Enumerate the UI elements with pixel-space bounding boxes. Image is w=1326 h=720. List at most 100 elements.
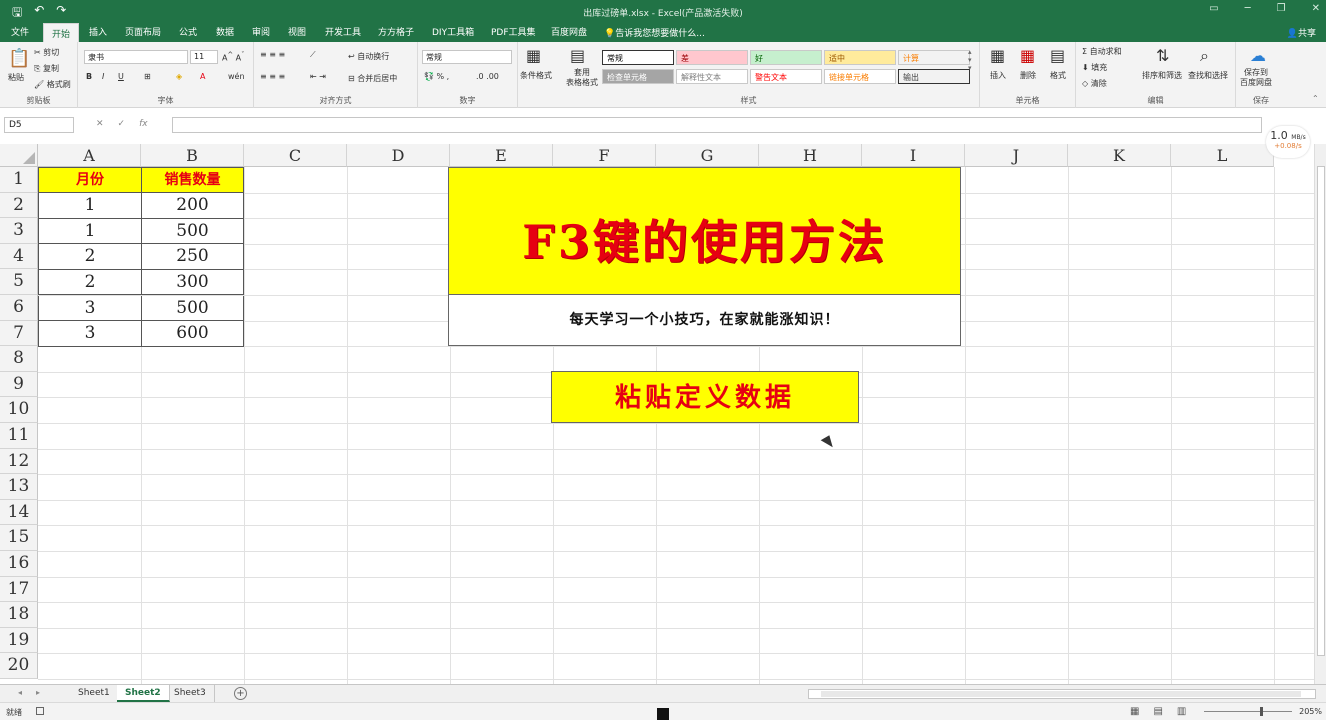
month-cell[interactable]: 1 [38, 218, 142, 245]
sheet-tab-3[interactable]: Sheet3 [166, 685, 215, 702]
fill-button[interactable]: ⬇ 填充 [1082, 62, 1107, 73]
row-header-5[interactable]: 5 [0, 269, 38, 295]
underline-button[interactable]: U [118, 72, 124, 81]
formula-input[interactable] [172, 117, 1262, 133]
wrap-text-button[interactable]: ↩ 自动换行 [348, 51, 389, 62]
tab-ffgz[interactable]: 方方格子 [378, 25, 414, 38]
row-header-7[interactable]: 7 [0, 320, 38, 347]
row-header-9[interactable]: 9 [0, 371, 38, 398]
tab-page-layout[interactable]: 页面布局 [125, 25, 161, 38]
subtitle-cell[interactable]: 每天学习一个小技巧，在家就能涨知识！ [448, 295, 961, 346]
page-break-view-icon[interactable]: ▥ [1177, 706, 1186, 717]
row-header-18[interactable]: 18 [0, 602, 38, 628]
column-header-g[interactable]: G [656, 144, 759, 167]
style-cell[interactable]: 适中 [824, 50, 896, 65]
tab-baidu-netdisk[interactable]: 百度网盘 [551, 25, 587, 38]
macro-record-icon[interactable] [36, 707, 44, 715]
row-header-13[interactable]: 13 [0, 474, 38, 500]
minimize-icon[interactable]: ─ [1245, 3, 1251, 14]
select-all-corner[interactable] [0, 144, 38, 167]
style-cell[interactable]: 计算 [898, 50, 970, 65]
sheet-tab-2[interactable]: Sheet2 [117, 685, 170, 702]
horizontal-scrollbar[interactable] [808, 689, 1316, 699]
phonetic-icon[interactable]: wén [228, 72, 245, 81]
find-select-button[interactable]: 查找和选择 [1188, 70, 1228, 81]
column-header-l[interactable]: L [1171, 144, 1274, 167]
page-layout-view-icon[interactable]: ▤ [1153, 706, 1162, 717]
indent-icon[interactable]: ⇤ ⇥ [310, 72, 326, 81]
row-header-14[interactable]: 14 [0, 499, 38, 526]
row-header-19[interactable]: 19 [0, 627, 38, 654]
fx-icon[interactable]: fx [139, 119, 148, 129]
tab-view[interactable]: 视图 [288, 25, 306, 38]
style-cell[interactable]: 链接单元格 [824, 69, 896, 84]
italic-button[interactable]: I [102, 72, 104, 81]
row-header-8[interactable]: 8 [0, 346, 38, 372]
row-header-4[interactable]: 4 [0, 243, 38, 270]
column-header-b[interactable]: B [141, 144, 244, 167]
header-cell-sales[interactable]: 销售数量 [141, 167, 244, 193]
bold-button[interactable]: B [86, 72, 92, 81]
column-header-c[interactable]: C [244, 144, 347, 167]
table-format-icon[interactable]: ▤ [570, 46, 585, 65]
next-sheet-icon[interactable]: ▸ [36, 688, 40, 697]
row-header-16[interactable]: 16 [0, 551, 38, 577]
sales-cell[interactable]: 300 [141, 269, 244, 296]
decimal-icon[interactable]: .0 .00 [476, 72, 499, 81]
paste-defined-data-cell[interactable]: 粘贴定义数据 [551, 371, 859, 423]
column-header-d[interactable]: D [347, 144, 450, 167]
table-format-button[interactable]: 套用 表格格式 [566, 68, 598, 88]
restore-icon[interactable]: ❐ [1277, 3, 1286, 14]
column-header-i[interactable]: I [862, 144, 965, 167]
fill-color-icon[interactable]: ◈ [176, 72, 182, 81]
tab-formulas[interactable]: 公式 [179, 25, 197, 38]
sales-cell[interactable]: 500 [141, 218, 244, 245]
save-to-baidu-button[interactable]: 保存到 百度网盘 [1240, 68, 1272, 88]
sales-cell[interactable]: 500 [141, 295, 244, 322]
name-box[interactable]: D5 [4, 117, 74, 133]
row-header-20[interactable]: 20 [0, 653, 38, 679]
title-banner[interactable]: F3键的使用方法 [448, 167, 961, 295]
column-header-e[interactable]: E [450, 144, 553, 167]
tell-me-search[interactable]: 💡告诉我您想要做什么... [604, 26, 705, 39]
autosum-button[interactable]: Σ 自动求和 [1082, 46, 1122, 57]
font-name-select[interactable]: 隶书 [84, 50, 188, 64]
collapse-ribbon-icon[interactable]: ⌃ [1312, 94, 1319, 103]
border-icon[interactable]: ⊞ [144, 72, 151, 81]
style-cell[interactable]: 输出 [898, 69, 970, 84]
row-header-12[interactable]: 12 [0, 448, 38, 475]
align-left-icon[interactable]: ≡ ≡ ≡ [260, 72, 285, 81]
gallery-scroll-icon[interactable]: ▴ ▾ ▾ [968, 48, 972, 72]
ribbon-display-icon[interactable]: ▭ [1209, 3, 1218, 14]
close-icon[interactable]: ✕ [1312, 3, 1320, 14]
header-cell-month[interactable]: 月份 [38, 167, 142, 193]
baidu-cloud-icon[interactable]: ☁ [1250, 46, 1266, 65]
delete-cells-icon[interactable]: ▦ [1020, 46, 1035, 65]
style-cell[interactable]: 好 [750, 50, 822, 65]
font-color-icon[interactable]: A [200, 72, 205, 81]
month-cell[interactable]: 3 [38, 295, 142, 322]
tab-review[interactable]: 审阅 [252, 25, 270, 38]
row-header-11[interactable]: 11 [0, 423, 38, 449]
insert-cells-icon[interactable]: ▦ [990, 46, 1005, 65]
column-header-a[interactable]: A [38, 144, 141, 167]
vertical-scrollbar[interactable] [1314, 144, 1326, 684]
column-header-k[interactable]: K [1068, 144, 1171, 167]
merge-center-button[interactable]: ⊟ 合并后居中 [348, 73, 397, 84]
find-icon[interactable]: ⌕ [1200, 46, 1209, 66]
column-header-j[interactable]: J [965, 144, 1068, 167]
insert-cells-button[interactable]: 插入 [990, 70, 1006, 81]
zoom-slider[interactable] [1204, 707, 1292, 716]
sales-cell[interactable]: 600 [141, 321, 244, 347]
sheet-tab-1[interactable]: Sheet1 [70, 685, 119, 702]
style-cell[interactable]: 解释性文本 [676, 69, 748, 84]
font-grow-icon[interactable]: A^ Aˇ [222, 51, 244, 63]
clear-button[interactable]: ◇ 清除 [1082, 78, 1107, 89]
row-header-17[interactable]: 17 [0, 576, 38, 603]
orientation-icon[interactable]: ⟋ [310, 50, 316, 60]
add-sheet-button[interactable]: + [234, 687, 247, 700]
row-header-2[interactable]: 2 [0, 192, 38, 219]
horizontal-scroll-thumb[interactable] [821, 691, 1301, 697]
enter-icon[interactable]: ✓ [118, 119, 126, 129]
share-button[interactable]: 👤共享 [1287, 26, 1316, 39]
